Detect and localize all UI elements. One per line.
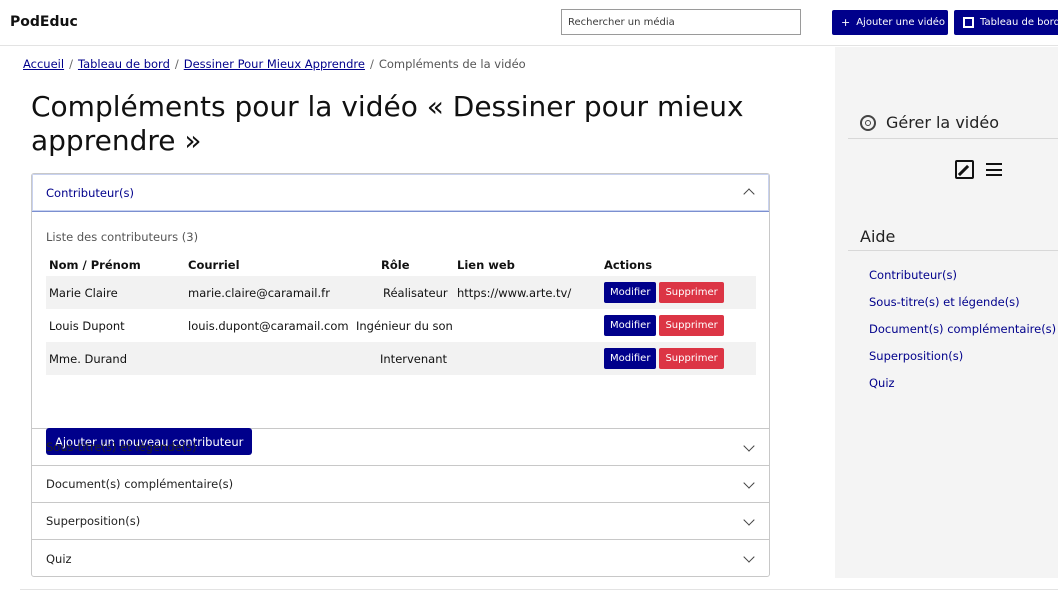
column-header-email: Courriel xyxy=(188,258,240,272)
accordion-header-quiz[interactable]: Quiz xyxy=(32,540,769,576)
breadcrumb: Accueil / Tableau de bord / Dessiner Pour Mi… xyxy=(23,57,526,71)
accordion-label: Superposition(s) xyxy=(46,514,141,528)
manage-actions xyxy=(955,160,1002,179)
table-row: Mme. Durand Intervenant Modifier Supprime… xyxy=(46,342,756,375)
sidebar: Gérer la vidéo Aide Contributeur(s) Sous… xyxy=(835,47,1058,578)
site-logo[interactable]: PodEduc xyxy=(10,14,78,30)
contributors-list-title: Liste des contributeurs (3) xyxy=(46,230,199,244)
contributor-role: Intervenant xyxy=(368,342,457,375)
chevron-down-icon xyxy=(743,514,755,526)
column-header-web: Lien web xyxy=(457,258,515,272)
accordion-label: Sous-titre(s) et légende(s) xyxy=(46,440,197,454)
table-row: Louis Dupont louis.dupont@caramail.com I… xyxy=(46,309,756,342)
top-navbar: PodEduc + Ajouter une vidéo Tableau de b… xyxy=(0,0,1058,46)
edit-contributor-button[interactable]: Modifier xyxy=(604,282,657,303)
help-link-quiz[interactable]: Quiz xyxy=(869,376,1056,403)
accordion-label: Document(s) complémentaire(s) xyxy=(46,477,234,491)
chevron-down-icon xyxy=(743,440,755,452)
table-row: Marie Claire marie.claire@caramail.fr Ré… xyxy=(46,276,756,309)
delete-contributor-button[interactable]: Supprimer xyxy=(659,282,724,303)
help-link-overlays[interactable]: Superposition(s) xyxy=(869,349,1056,376)
divider xyxy=(848,138,1058,139)
breadcrumb-separator: / xyxy=(174,57,179,71)
breadcrumb-current: Compléments de la vidéo xyxy=(378,57,526,71)
help-link-contributors[interactable]: Contributeur(s) xyxy=(869,268,1056,295)
help-link-documents[interactable]: Document(s) complémentaire(s) xyxy=(869,322,1056,349)
contributor-role: Réalisateur xyxy=(368,276,457,309)
contributor-web xyxy=(457,342,604,375)
accordion-label: Contributeur(s) xyxy=(46,185,134,200)
dashboard-button[interactable]: Tableau de bord xyxy=(954,10,1058,35)
help-link-subtitles[interactable]: Sous-titre(s) et légende(s) xyxy=(869,295,1056,322)
contributor-name: Louis Dupont xyxy=(49,318,125,333)
column-header-role: Rôle xyxy=(381,258,410,272)
page-title: Compléments pour la vidéo « Dessiner pou… xyxy=(31,90,744,157)
chevron-up-icon xyxy=(743,188,755,200)
manage-video-label: Gérer la vidéo xyxy=(886,113,1000,132)
edit-contributor-button[interactable]: Modifier xyxy=(604,348,657,369)
delete-contributor-button[interactable]: Supprimer xyxy=(659,315,724,336)
breadcrumb-separator: / xyxy=(69,57,73,71)
edit-contributor-button[interactable]: Modifier xyxy=(604,315,657,336)
add-video-button[interactable]: + Ajouter une vidéo xyxy=(832,10,948,35)
delete-contributor-button[interactable]: Supprimer xyxy=(659,348,724,369)
search-input[interactable] xyxy=(561,9,801,35)
column-header-name: Nom / Prénom xyxy=(49,258,141,272)
accordion-header-overlays[interactable]: Superposition(s) xyxy=(32,503,769,540)
contributor-name: Mme. Durand xyxy=(46,342,188,375)
table-header-row: Nom / Prénom Courriel Rôle Lien web Acti… xyxy=(46,254,756,276)
accordion-header-contributors[interactable]: Contributeur(s) xyxy=(32,174,769,212)
contributor-actions: Modifier Supprimer xyxy=(604,309,756,342)
breadcrumb-dashboard[interactable]: Tableau de bord xyxy=(78,57,170,71)
divider xyxy=(20,589,1058,590)
contributor-name: Marie Claire xyxy=(46,276,188,309)
breadcrumb-home[interactable]: Accueil xyxy=(23,57,64,71)
divider xyxy=(848,250,1058,251)
help-links: Contributeur(s) Sous-titre(s) et légende… xyxy=(869,268,1056,403)
chevron-down-icon xyxy=(743,477,755,489)
column-header-actions: Actions xyxy=(604,258,653,272)
contributor-role: Ingénieur du son xyxy=(356,318,453,333)
menu-icon[interactable] xyxy=(986,163,1002,176)
contributors-panel: Liste des contributeurs (3) Nom / Prénom… xyxy=(32,212,769,455)
contributor-email xyxy=(188,342,368,375)
plus-icon: + xyxy=(841,16,851,29)
film-icon xyxy=(963,17,974,28)
contributor-actions: Modifier Supprimer xyxy=(604,342,756,375)
accordion-header-subtitles[interactable]: Sous-titre(s) et légende(s) xyxy=(32,429,769,466)
manage-video-heading: Gérer la vidéo xyxy=(860,113,999,132)
contributor-actions: Modifier Supprimer xyxy=(604,276,756,309)
edit-icon[interactable] xyxy=(955,160,974,179)
breadcrumb-separator: / xyxy=(369,57,374,71)
contributor-email: marie.claire@caramail.fr xyxy=(188,276,368,309)
contributor-email: louis.dupont@caramail.com xyxy=(188,318,349,333)
chevron-down-icon xyxy=(743,551,755,563)
gear-icon xyxy=(860,114,876,131)
add-video-label: Ajouter une vidéo xyxy=(856,17,945,28)
accordion-label: Quiz xyxy=(46,551,72,566)
breadcrumb-video[interactable]: Dessiner Pour Mieux Apprendre xyxy=(184,57,365,71)
contributor-web: https://www.arte.tv/ xyxy=(457,276,604,309)
complements-accordion: Contributeur(s) Liste des contributeurs … xyxy=(31,173,770,577)
help-heading: Aide xyxy=(860,227,896,246)
accordion-header-documents[interactable]: Document(s) complémentaire(s) xyxy=(32,466,769,503)
contributors-table: Nom / Prénom Courriel Rôle Lien web Acti… xyxy=(46,254,756,375)
dashboard-label: Tableau de bord xyxy=(980,17,1058,28)
